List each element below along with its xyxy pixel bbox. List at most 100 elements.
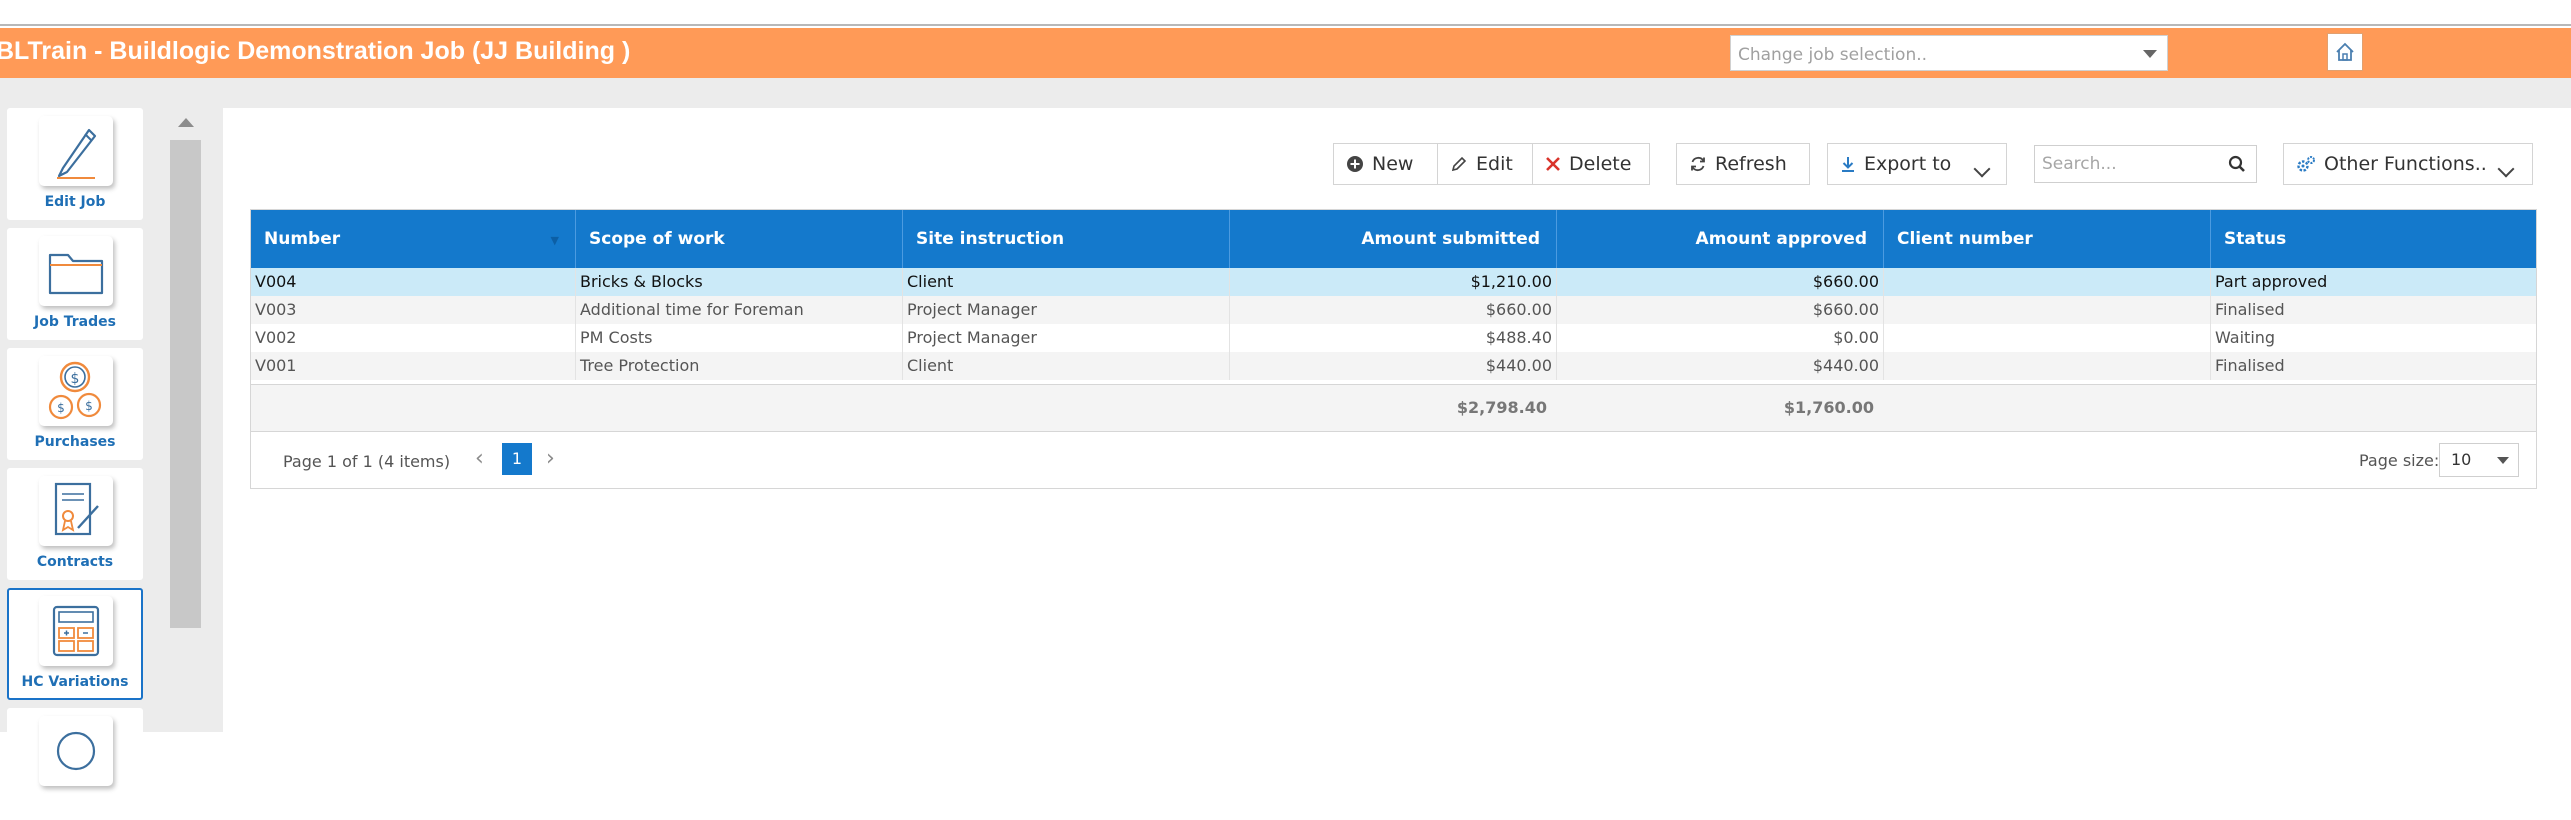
sidebar-item-label: Purchases [34,434,116,450]
column-header-amount-approved[interactable]: Amount approved [1557,210,1884,268]
scrollbar-thumb[interactable] [170,140,201,628]
sidebar-tile: $ $ $ [39,356,113,426]
edit-button[interactable]: Edit [1437,143,1533,185]
sidebar-scrollbar[interactable] [169,108,202,732]
table-row[interactable]: V003 Additional time for Foreman Project… [251,296,2536,324]
page-size-value: 10 [2451,450,2472,469]
cell-status: Finalised [2215,300,2285,319]
delete-button[interactable]: Delete [1532,143,1650,185]
plus-circle-icon [1346,155,1364,173]
cell-site-instruction: Project Manager [903,296,1230,324]
total-amount-submitted: $2,798.40 [1456,398,1547,417]
window-top-strip [0,0,2571,26]
sidebar-item-edit-job[interactable]: Edit Job [7,108,143,220]
cell-scope: Tree Protection [576,352,903,380]
page-number-button[interactable]: 1 [502,443,532,475]
search-field[interactable] [2034,145,2257,183]
variations-table: Number ▼ Scope of work Site instruction … [250,209,2537,489]
column-header-scope[interactable]: Scope of work [576,210,903,268]
other-functions-label: Other Functions.. [2324,153,2487,175]
caret-down-icon [2143,50,2157,58]
new-button-label: New [1372,153,1414,175]
sidebar-item-label: HC Variations [21,674,129,690]
cell-client-number [1884,268,2211,296]
edit-button-label: Edit [1476,153,1513,175]
cell-status: Finalised [2215,356,2285,375]
column-header-label: Number [264,229,341,249]
export-dropdown-button[interactable]: Export to [1827,143,2007,185]
cell-number: V004 [251,268,576,296]
cell-client-number [1884,352,2211,380]
sidebar-item-job-trades[interactable]: Job Trades [7,228,143,340]
sidebar-nav: Edit Job Job Trades $ $ $ Purchases Cont… [7,108,143,820]
cell-status: Part approved [2215,272,2328,291]
cell-client-number [1884,324,2211,352]
next-page-icon[interactable]: › [546,446,555,471]
sort-desc-icon[interactable]: ▼ [551,234,559,247]
coins-icon: $ $ $ [48,361,102,420]
job-select-dropdown[interactable]: Change job selection.. [1730,35,2168,71]
sidebar-item-partial[interactable] [7,708,143,820]
circle-icon [56,731,96,771]
refresh-icon [1689,155,1707,173]
pager-info: Page 1 of 1 (4 items) [283,452,451,471]
search-icon[interactable] [2228,155,2246,178]
scroll-up-arrow-icon[interactable] [178,118,194,127]
caret-down-icon [2497,457,2509,464]
new-button[interactable]: New [1333,143,1438,185]
column-header-status[interactable]: Status [2211,210,2538,268]
cell-amount-approved: $0.00 [1557,324,1884,352]
home-icon [2336,42,2354,61]
sidebar-tile [39,716,113,786]
app-title: BLTrain - Buildlogic Demonstration Job (… [0,37,631,65]
cell-amount-approved: $660.00 [1557,296,1884,324]
prev-page-icon[interactable]: ‹ [475,446,484,471]
refresh-button[interactable]: Refresh [1676,143,1810,185]
sidebar-tile [39,116,113,186]
search-input[interactable] [2035,146,2215,182]
cell-scope: Bricks & Blocks [576,268,903,296]
page-size-select[interactable]: 10 [2439,443,2519,477]
home-button[interactable] [2327,33,2363,71]
cell-amount-submitted: $660.00 [1230,296,1557,324]
table-header: Number ▼ Scope of work Site instruction … [251,210,2536,268]
cell-status: Waiting [2215,328,2276,347]
svg-text:$: $ [71,371,80,387]
cell-amount-submitted: $440.00 [1230,352,1557,380]
total-amount-approved: $1,760.00 [1783,398,1874,417]
column-header-amount-submitted[interactable]: Amount submitted [1230,210,1557,268]
chevron-down-icon [1973,158,1991,180]
refresh-button-label: Refresh [1715,153,1787,175]
column-header-site-instruction[interactable]: Site instruction [903,210,1230,268]
table-row[interactable]: V002 PM Costs Project Manager $488.40 $0… [251,324,2536,352]
cell-site-instruction: Project Manager [903,324,1230,352]
sidebar-item-purchases[interactable]: $ $ $ Purchases [7,348,143,460]
sidebar-tile [39,476,113,546]
svg-text:$: $ [57,401,65,415]
cell-amount-submitted: $1,210.00 [1230,268,1557,296]
calculator-icon [52,605,100,657]
sidebar-item-hc-variations[interactable]: HC Variations [7,588,143,700]
cell-number: V001 [251,352,576,380]
pencil-small-icon [1450,155,1468,173]
other-functions-dropdown[interactable]: Other Functions.. [2283,143,2533,185]
folder-icon [48,253,104,295]
job-select-placeholder: Change job selection.. [1738,45,1928,65]
pager: Page 1 of 1 (4 items) ‹ 1 › Page size: 1… [251,432,2536,488]
sidebar-item-label: Contracts [36,554,114,570]
table-row[interactable]: V001 Tree Protection Client $440.00 $440… [251,352,2536,380]
table-row[interactable]: V004 Bricks & Blocks Client $1,210.00 $6… [251,268,2536,296]
pencil-icon [57,128,97,179]
sidebar-item-label: Job Trades [34,314,116,330]
column-header-number[interactable]: Number ▼ [251,210,576,268]
page-size-label: Page size: [2359,451,2440,470]
sidebar-tile [39,236,113,306]
column-header-label: Amount submitted [1361,229,1540,249]
gears-icon [2296,155,2316,173]
column-header-client-number[interactable]: Client number [1884,210,2211,268]
cell-amount-approved: $440.00 [1557,352,1884,380]
column-header-label: Amount approved [1695,229,1867,249]
sidebar-item-contracts[interactable]: Contracts [7,468,143,580]
column-header-label: Status [2224,229,2287,249]
app-header: BLTrain - Buildlogic Demonstration Job (… [0,28,2571,78]
